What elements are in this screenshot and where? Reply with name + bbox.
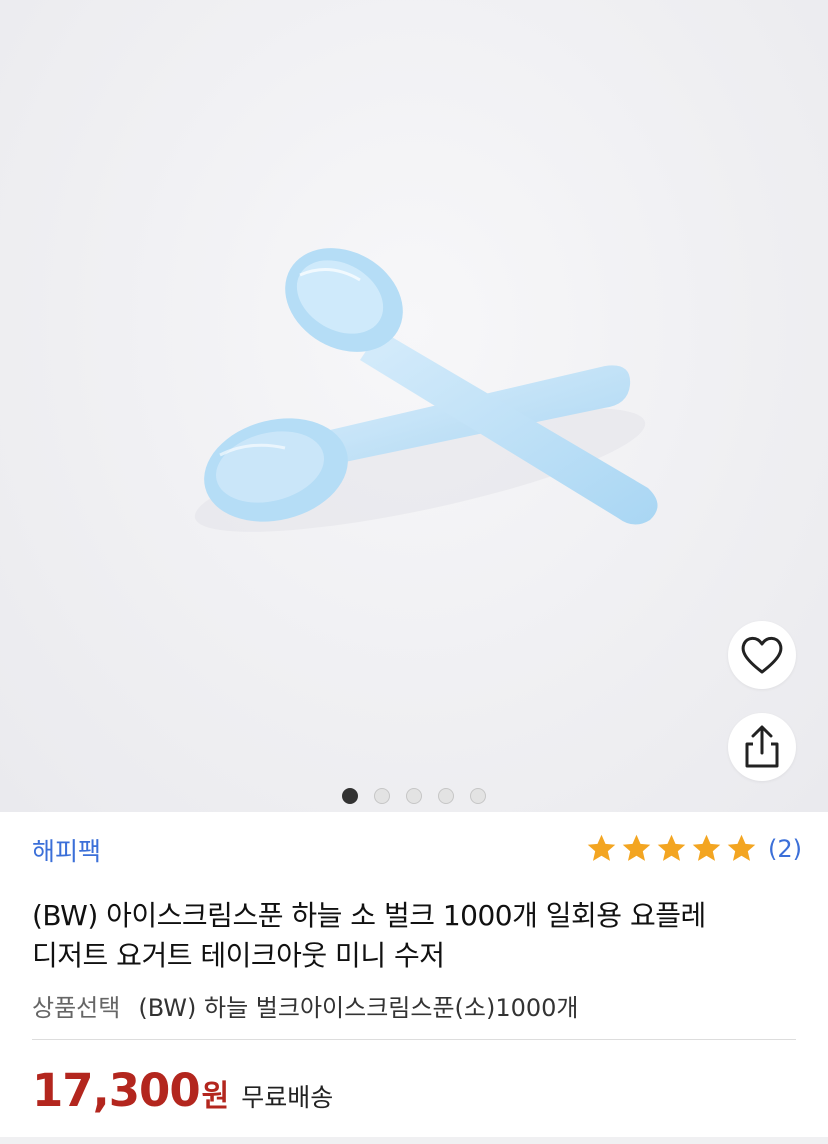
price-row: 17,300 원 무료배송: [32, 1064, 333, 1117]
star-filled-icon: [727, 834, 756, 861]
option-value: (BW) 하늘 벌크아이스크림스푼(소)1000개: [138, 994, 579, 1022]
carousel-dot-5[interactable]: [470, 788, 486, 804]
favorite-button[interactable]: [728, 621, 796, 689]
seller-name-link[interactable]: 해피팩: [32, 832, 101, 868]
heart-outline-icon: [741, 636, 783, 674]
product-title-line-2: 디저트 요거트 테이크아웃 미니 수저: [32, 939, 445, 972]
review-count: (2): [768, 834, 802, 863]
section-separator: [0, 1137, 828, 1144]
rating-summary[interactable]: (2): [585, 832, 802, 865]
star-filled-icon: [657, 834, 686, 861]
carousel-dot-4[interactable]: [438, 788, 454, 804]
carousel-pagination: [0, 788, 828, 806]
price-amount: 17,300: [32, 1064, 201, 1117]
selected-option[interactable]: 상품선택 (BW) 하늘 벌크아이스크림스푼(소)1000개: [32, 988, 579, 1023]
product-title: (BW) 아이스크림스푼 하늘 소 벌크 1000개 일회용 요플레 디저트 요…: [32, 896, 802, 976]
carousel-dot-1[interactable]: [342, 788, 358, 804]
shipping-badge: 무료배송: [241, 1083, 334, 1112]
share-upload-icon: [745, 725, 779, 768]
star-filled-icon: [622, 834, 651, 861]
product-photo-spoons: [194, 248, 658, 532]
option-label: 상품선택: [32, 994, 121, 1022]
carousel-dot-3[interactable]: [406, 788, 422, 804]
product-image-carousel[interactable]: [0, 0, 828, 812]
star-filled-icon: [587, 834, 616, 861]
carousel-dot-2[interactable]: [374, 788, 390, 804]
product-title-line-1: (BW) 아이스크림스푼 하늘 소 벌크 1000개 일회용 요플레: [32, 899, 706, 932]
price-currency: 원: [201, 1079, 230, 1114]
star-filled-icon: [692, 834, 721, 861]
share-button[interactable]: [728, 713, 796, 781]
divider: [32, 1039, 796, 1040]
